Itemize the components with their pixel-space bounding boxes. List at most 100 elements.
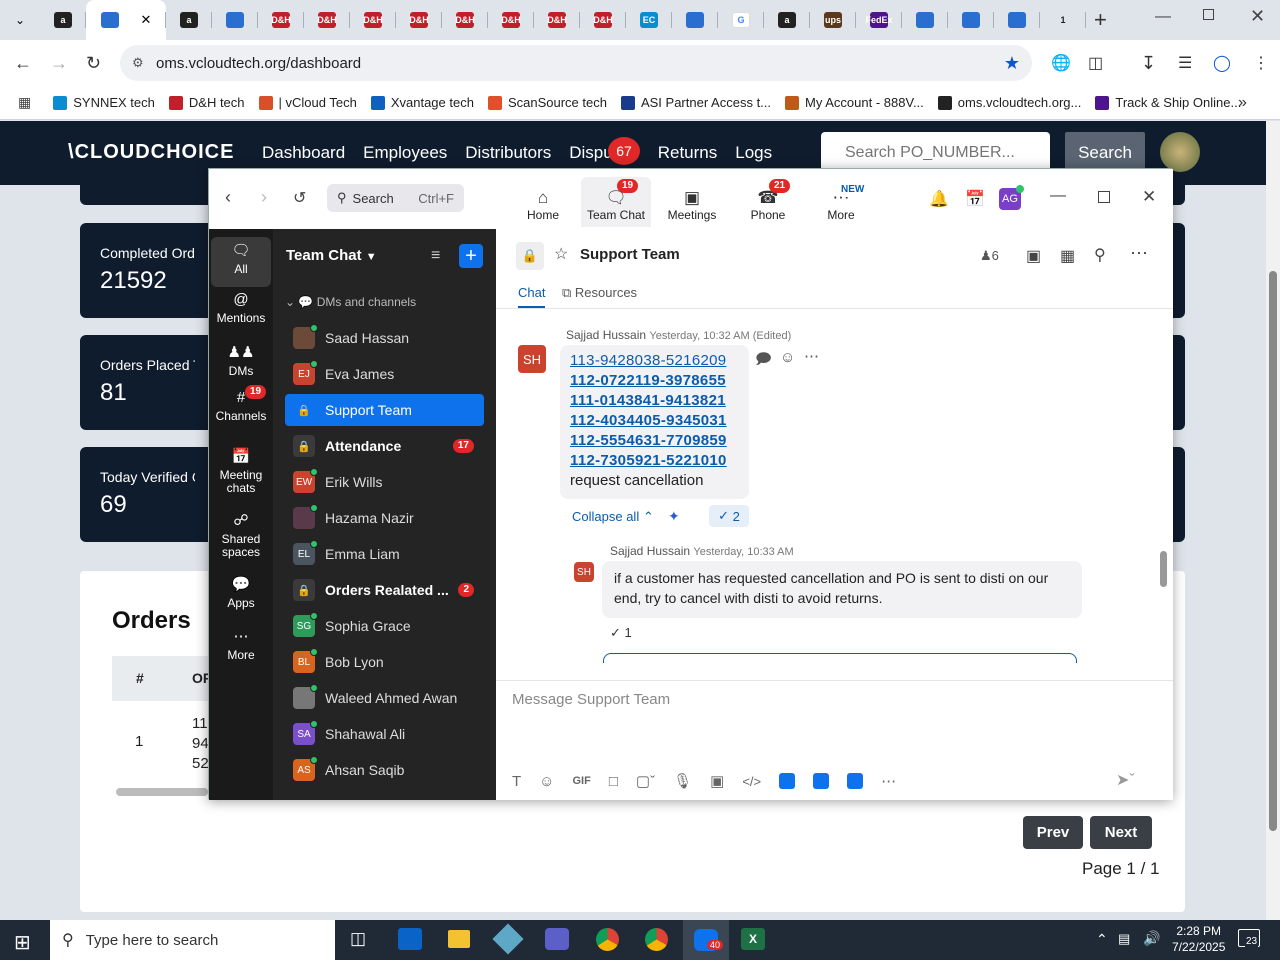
browser-tab[interactable]: D&H <box>350 0 396 40</box>
zoom-tab-home[interactable]: ⌂ Home <box>508 177 578 227</box>
order-link[interactable]: 112-0722119-3978655 <box>570 371 739 391</box>
table-scrollbar[interactable] <box>116 788 208 796</box>
video-icon[interactable]: ▣ <box>1026 246 1041 266</box>
back-icon[interactable]: ← <box>14 53 32 74</box>
order-link[interactable]: 112-7305921-5221010 <box>570 451 739 471</box>
rail-meeting-chats[interactable]: 📅 Meeting chats <box>211 447 271 499</box>
order-link[interactable]: 112-5554631-7709859 <box>570 431 739 451</box>
section-header[interactable]: ⌄ 💬 DMs and channels <box>285 295 416 309</box>
chat-list-item[interactable]: 🔒 Orders Realated ... 2 <box>285 574 484 606</box>
site-logo[interactable]: \CLOUDCHOICE <box>68 141 234 164</box>
close-tab-icon[interactable]: ✕ <box>141 12 152 28</box>
back-icon[interactable]: ‹ <box>225 187 231 208</box>
more-bookmarks-icon[interactable]: » <box>1238 94 1247 112</box>
close-icon[interactable]: ✕ <box>1142 187 1156 207</box>
chat-list-item[interactable]: BL Bob Lyon <box>285 646 484 678</box>
extensions-icon[interactable]: ◫ <box>1088 53 1103 73</box>
translate-icon[interactable]: 🌐 <box>1051 53 1071 73</box>
chrome-icon[interactable] <box>645 928 668 951</box>
nav-link-logs[interactable]: Logs <box>735 143 772 163</box>
browser-tab[interactable]: D&H <box>304 0 350 40</box>
restore-browser-button[interactable] <box>1203 9 1214 20</box>
collapse-all-button[interactable]: Collapse all ⌃ <box>572 509 654 525</box>
browser-tab[interactable]: D&H <box>442 0 488 40</box>
file-icon[interactable]: □ <box>609 773 618 790</box>
browser-tab[interactable]: D&H <box>534 0 580 40</box>
outlook-icon[interactable] <box>398 928 422 950</box>
emoji-icon[interactable]: ☺ <box>539 773 554 790</box>
browser-tab[interactable]: a <box>764 0 810 40</box>
bookmark-item[interactable]: ScanSource tech <box>487 95 607 110</box>
site-info-icon[interactable]: ⚙ <box>132 55 144 71</box>
nav-link-dispu[interactable]: Dispu <box>569 143 612 163</box>
reply-reaction[interactable]: ✓ 1 <box>610 625 632 641</box>
close-browser-button[interactable]: ✕ <box>1250 6 1265 27</box>
browser-tab[interactable]: a <box>40 0 86 40</box>
zoom-tab-more[interactable]: ⋯ More NEW <box>806 177 876 227</box>
more-icon[interactable]: ⋯ <box>1130 243 1148 264</box>
emoji-react-icon[interactable]: ☺ <box>780 349 795 366</box>
send-icon[interactable]: ➤ˇ <box>1116 770 1135 790</box>
maximize-icon[interactable] <box>1098 191 1110 203</box>
calendar-icon[interactable]: ▦ <box>1060 246 1075 266</box>
nav-link-distributors[interactable]: Distributors <box>465 143 551 163</box>
network-icon[interactable]: ▤ <box>1118 931 1130 947</box>
chat-list-item[interactable]: AS Ahsan Saqib <box>285 754 484 786</box>
minimize-browser-button[interactable]: — <box>1155 8 1171 26</box>
bookmark-item[interactable]: Track & Ship Online... <box>1095 95 1241 110</box>
minimize-icon[interactable]: — <box>1050 187 1066 205</box>
prev-button[interactable]: Prev <box>1023 816 1083 849</box>
browser-tab[interactable]: a <box>166 0 212 40</box>
filter-icon[interactable]: ≡ <box>431 247 440 265</box>
more-icon[interactable]: ⋯ <box>881 772 896 790</box>
rail-all[interactable]: 🗨 All <box>211 237 271 287</box>
microphone-icon[interactable]: 🎙 <box>673 772 692 790</box>
bookmark-item[interactable]: SYNNEX tech <box>53 95 155 110</box>
zoom-tab-meetings[interactable]: ▣ Meetings <box>657 177 727 227</box>
browser-tab[interactable] <box>948 0 994 40</box>
nav-link-dashboard[interactable]: Dashboard <box>262 143 345 163</box>
chrome-icon[interactable] <box>596 928 619 951</box>
url-field[interactable]: ⚙ oms.vcloudtech.org/dashboard ★ <box>120 45 1032 81</box>
members-count[interactable]: ♟6 <box>980 248 999 264</box>
tab-resources[interactable]: ⧉ Resources <box>562 285 637 301</box>
search-icon[interactable]: ⚲ <box>1094 245 1106 265</box>
nav-link-employees[interactable]: Employees <box>363 143 447 163</box>
rail-shared-spaces[interactable]: ☍ Shared spaces <box>211 511 271 563</box>
chat-list-item[interactable]: SA Shahawal Ali <box>285 718 484 750</box>
bookmark-item[interactable]: My Account - 888V... <box>785 95 924 110</box>
browser-tab[interactable]: ups <box>810 0 856 40</box>
page-scrollbar[interactable] <box>1266 121 1280 920</box>
browser-menu-icon[interactable]: ⋮ <box>1253 53 1269 73</box>
gif-icon[interactable]: GIF <box>573 775 591 787</box>
teams-icon[interactable] <box>545 928 569 950</box>
rail-apps[interactable]: 💬 Apps <box>211 575 271 615</box>
browser-tab[interactable]: D&H <box>396 0 442 40</box>
nav-link-returns[interactable]: Returns <box>658 143 718 163</box>
rail-dms[interactable]: ♟♟ DMs <box>211 343 271 383</box>
chevron-up-icon[interactable]: ⌃ <box>1096 931 1108 948</box>
ai-sparkle-icon[interactable]: ✦ <box>668 508 680 525</box>
bookmark-item[interactable]: | vCloud Tech <box>258 95 357 110</box>
windows-start-icon[interactable]: ⊞ <box>14 930 31 955</box>
order-link[interactable]: 113-9428038-5216209 <box>570 351 739 371</box>
zoom-tab-phone[interactable]: ☎ Phone 21 <box>733 177 803 227</box>
chat-list-item[interactable]: Hazama Nazir <box>285 502 484 534</box>
chat-list-item[interactable]: EJ Eva James <box>285 358 484 390</box>
order-link[interactable]: 111-0143841-9413821 <box>570 391 739 411</box>
notification-center-icon[interactable]: 23 <box>1238 929 1260 947</box>
app-icon[interactable] <box>492 923 524 955</box>
apps-grid-icon[interactable]: ▦ <box>18 94 31 111</box>
file-explorer-icon[interactable] <box>448 930 470 948</box>
next-button[interactable]: Next <box>1090 816 1152 849</box>
reaction-pill[interactable]: ✓ 2 <box>709 505 749 527</box>
sender-name[interactable]: Sajjad Hussain <box>610 544 690 558</box>
new-chat-button[interactable]: + <box>459 244 483 268</box>
reload-icon[interactable]: ↻ <box>86 53 101 74</box>
history-icon[interactable]: ↺ <box>293 188 306 208</box>
browser-tab[interactable]: ✕ <box>86 0 166 40</box>
browser-tab[interactable]: D&H <box>488 0 534 40</box>
new-tab-button[interactable]: + <box>1094 7 1107 33</box>
taskbar-search[interactable]: ⚲ Type here to search <box>50 920 335 960</box>
tab-list-button[interactable]: ⌄ <box>0 0 40 40</box>
